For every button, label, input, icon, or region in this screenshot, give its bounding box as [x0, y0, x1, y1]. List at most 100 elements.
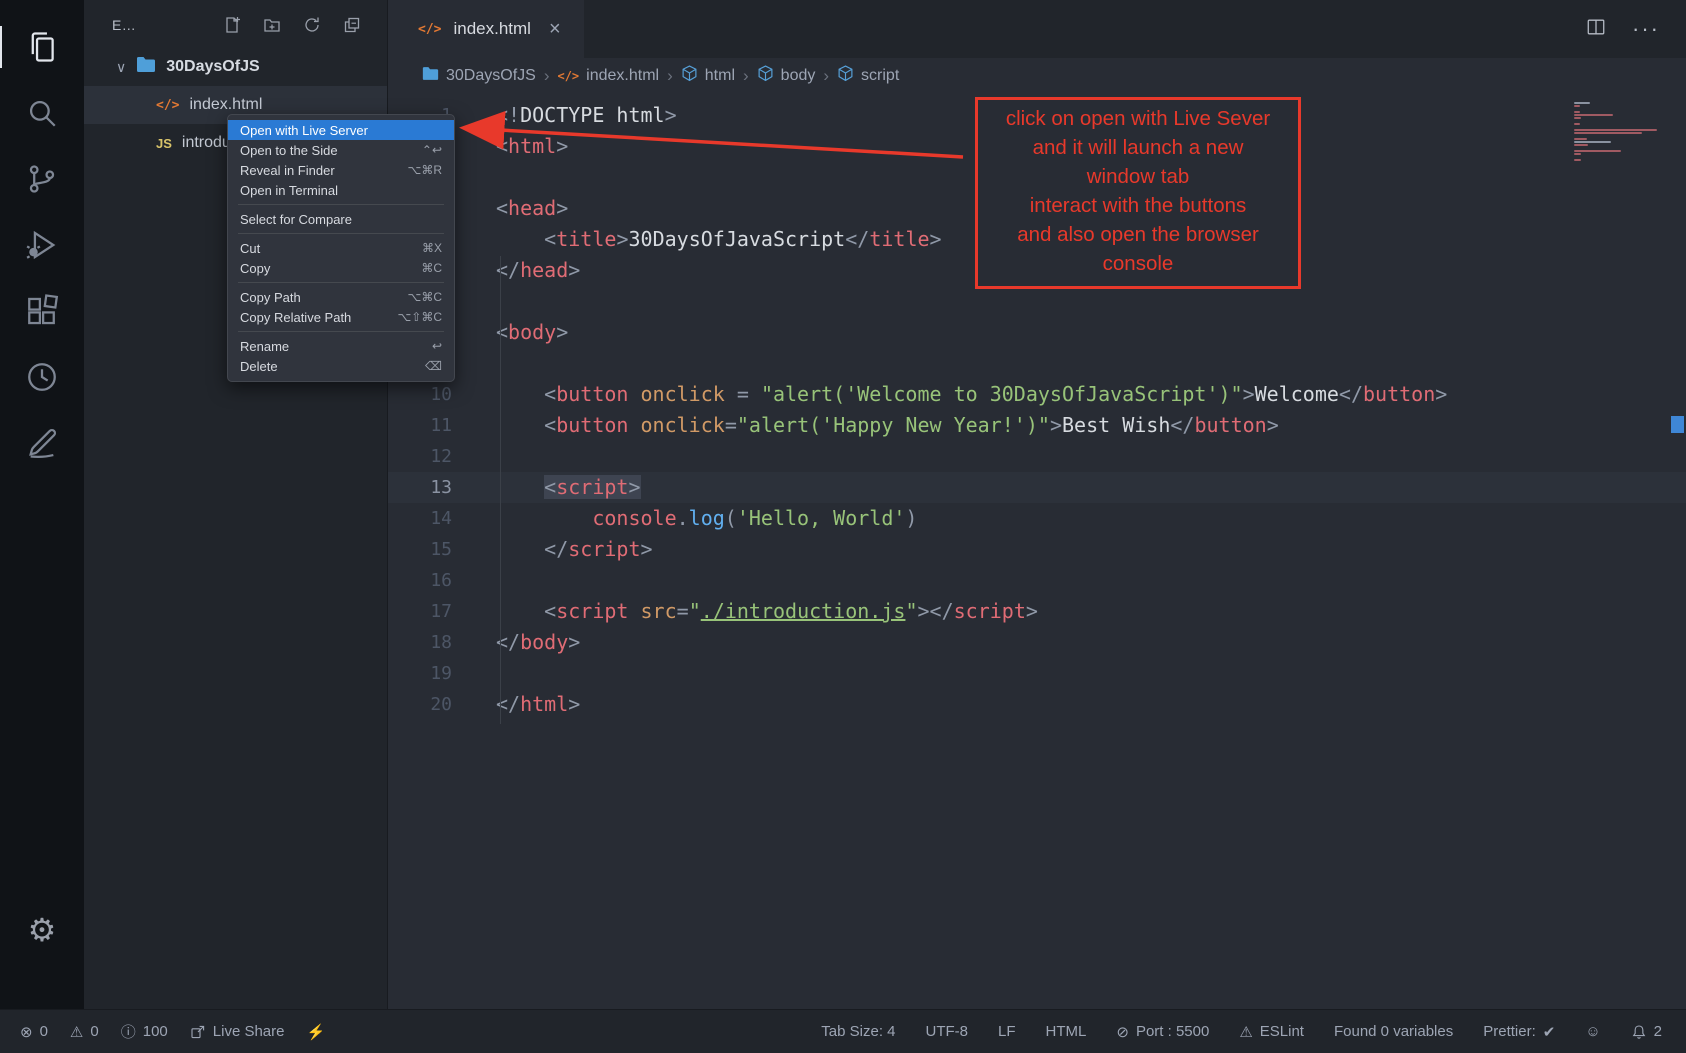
- status-eslint[interactable]: ⚠ESLint: [1239, 1023, 1304, 1041]
- pen-icon[interactable]: [0, 410, 84, 476]
- code-line-10[interactable]: 10 <button onclick = "alert('Welcome to …: [388, 379, 1686, 410]
- code-line-7[interactable]: 7: [388, 286, 1686, 317]
- menu-item-copy-path[interactable]: Copy Path⌥⌘C: [228, 287, 454, 307]
- status-live-share[interactable]: Live Share: [190, 1023, 285, 1040]
- code-line-12[interactable]: 12: [388, 441, 1686, 472]
- status-feedback-smiley[interactable]: ☺: [1585, 1023, 1600, 1040]
- code-line-13[interactable]: 13 <script>: [388, 472, 1686, 503]
- status-label: 100: [143, 1023, 168, 1040]
- minimap[interactable]: [1574, 102, 1666, 161]
- code-line-9[interactable]: 9: [388, 348, 1686, 379]
- menu-item-label: Open to the Side: [240, 143, 410, 158]
- extensions-icon[interactable]: [0, 278, 84, 344]
- file-label: index.html: [189, 96, 262, 114]
- chevron-right-icon: ›: [667, 66, 673, 86]
- code-line-20[interactable]: 20 </html>: [388, 689, 1686, 720]
- minimap-line: [1574, 153, 1581, 155]
- status-label: Port : 5500: [1136, 1023, 1209, 1040]
- more-actions-icon[interactable]: ···: [1632, 25, 1660, 34]
- source-control-icon[interactable]: [0, 146, 84, 212]
- status-language-mode[interactable]: HTML: [1046, 1023, 1087, 1040]
- status-errors[interactable]: ⊗0: [20, 1023, 48, 1041]
- collapse-folders-icon[interactable]: [343, 16, 361, 34]
- status-tab-size[interactable]: Tab Size: 4: [821, 1023, 895, 1040]
- breadcrumb-symbol-html[interactable]: html: [681, 65, 735, 87]
- code-line-15[interactable]: 15 </script>: [388, 534, 1686, 565]
- status-notifications-bell[interactable]: 2: [1631, 1023, 1662, 1040]
- line-content: <button onclick = "alert('Welcome to 30D…: [496, 379, 1447, 410]
- status-label: HTML: [1046, 1023, 1087, 1040]
- menu-item-reveal-in-finder[interactable]: Reveal in Finder⌥⌘R: [228, 160, 454, 180]
- line-content: console.log('Hello, World'): [496, 503, 917, 534]
- code-line-8[interactable]: 8<body>: [388, 317, 1686, 348]
- status-prettier[interactable]: Prettier:✔: [1483, 1023, 1555, 1041]
- code-line-17[interactable]: 17 <script src="./introduction.js"></scr…: [388, 596, 1686, 627]
- search-icon[interactable]: [0, 80, 84, 146]
- line-content: <script src="./introduction.js"></script…: [496, 596, 1038, 627]
- split-editor-icon[interactable]: [1586, 17, 1606, 42]
- check-icon: ✔: [1543, 1023, 1556, 1041]
- status-label: 2: [1654, 1023, 1662, 1040]
- status-eol[interactable]: LF: [998, 1023, 1016, 1040]
- status-live-server-port[interactable]: ⊘Port : 5500: [1116, 1023, 1209, 1041]
- menu-item-copy-relative-path[interactable]: Copy Relative Path⌥⇧⌘C: [228, 307, 454, 327]
- menu-item-label: Cut: [240, 241, 410, 256]
- line-content: </script>: [496, 534, 653, 565]
- chevron-right-icon: ›: [823, 66, 829, 86]
- tree-root-folder[interactable]: ∨ 30DaysOfJS: [84, 48, 387, 86]
- new-folder-icon[interactable]: [263, 16, 281, 34]
- settings-gear-icon[interactable]: ⚙: [0, 897, 84, 963]
- menu-item-label: Delete: [240, 359, 413, 374]
- line-content: <head>: [496, 193, 568, 224]
- breadcrumb-file[interactable]: </> index.html: [557, 67, 659, 85]
- line-number: 10: [388, 379, 452, 410]
- tab-index-html[interactable]: </> index.html ×: [388, 0, 584, 58]
- code-line-18[interactable]: 18</body>: [388, 627, 1686, 658]
- explorer-icon[interactable]: [0, 14, 84, 80]
- bell-icon: [1631, 1024, 1647, 1040]
- menu-item-delete[interactable]: Delete⌫: [228, 356, 454, 376]
- refresh-icon[interactable]: [303, 16, 321, 34]
- status-warnings[interactable]: ⚠0: [70, 1023, 99, 1041]
- line-content: <body>: [496, 317, 568, 348]
- code-line-16[interactable]: 16: [388, 565, 1686, 596]
- menu-item-cut[interactable]: Cut⌘X: [228, 238, 454, 258]
- line-number: 15: [388, 534, 452, 565]
- status-left: ⊗0 ⚠0 ⓘ100 Live Share ⚡: [20, 1021, 325, 1042]
- line-content: </html>: [496, 689, 580, 720]
- code-line-11[interactable]: 11 <button onclick="alert('Happy New Yea…: [388, 410, 1686, 441]
- menu-item-shortcut: ⌥⌘R: [408, 163, 443, 177]
- breadcrumb-symbol-script[interactable]: script: [837, 65, 899, 87]
- status-found-variables[interactable]: Found 0 variables: [1334, 1023, 1453, 1040]
- status-zap[interactable]: ⚡: [306, 1023, 325, 1041]
- menu-item-label: Open in Terminal: [240, 183, 442, 198]
- new-file-icon[interactable]: [223, 16, 241, 34]
- code-line-14[interactable]: 14 console.log('Hello, World'): [388, 503, 1686, 534]
- explorer-title: E…: [112, 17, 136, 33]
- scrollbar-marker[interactable]: [1671, 416, 1684, 433]
- minimap-line: [1574, 114, 1613, 116]
- line-number: 20: [388, 689, 452, 720]
- menu-item-label: Select for Compare: [240, 212, 442, 227]
- close-icon[interactable]: ×: [549, 18, 561, 41]
- run-and-debug-icon[interactable]: [0, 212, 84, 278]
- status-encoding[interactable]: UTF-8: [926, 1023, 969, 1040]
- chevron-right-icon: ›: [544, 66, 550, 86]
- code-line-19[interactable]: 19: [388, 658, 1686, 689]
- minimap-line: [1574, 144, 1588, 146]
- breadcrumb-folder[interactable]: 30DaysOfJS: [422, 65, 536, 87]
- line-number: 16: [388, 565, 452, 596]
- clock-icon[interactable]: [0, 344, 84, 410]
- status-info[interactable]: ⓘ100: [121, 1021, 168, 1042]
- line-number: 14: [388, 503, 452, 534]
- menu-item-open-to-the-side[interactable]: Open to the Side⌃↩: [228, 140, 454, 160]
- menu-item-rename[interactable]: Rename↩: [228, 336, 454, 356]
- zap-icon: ⚡: [306, 1023, 325, 1041]
- menu-item-select-for-compare[interactable]: Select for Compare: [228, 209, 454, 229]
- menu-item-open-in-terminal[interactable]: Open in Terminal: [228, 180, 454, 200]
- menu-item-open-with-live-server[interactable]: Open with Live Server: [228, 120, 454, 140]
- breadcrumb-symbol-body[interactable]: body: [757, 65, 816, 87]
- menu-item-copy[interactable]: Copy⌘C: [228, 258, 454, 278]
- status-label: Found 0 variables: [1334, 1023, 1453, 1040]
- minimap-line: [1574, 102, 1590, 104]
